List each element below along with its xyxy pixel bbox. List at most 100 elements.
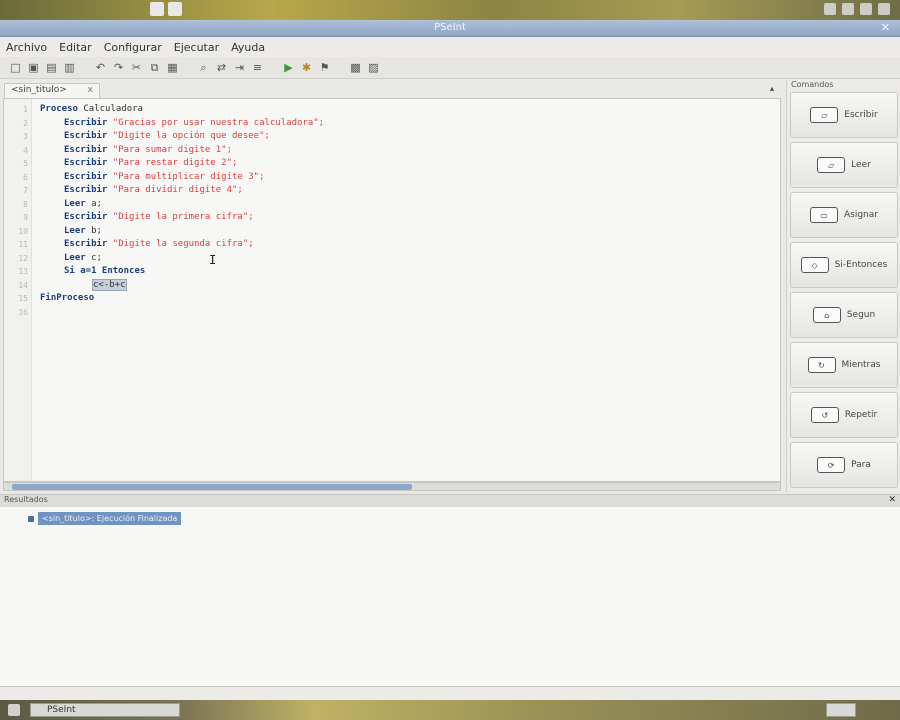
horizontal-scrollbar[interactable] [3,482,781,491]
code-line: Leer b; [64,225,102,236]
show-desktop-icon[interactable] [8,704,20,716]
tray-icon[interactable] [878,3,890,15]
repetir-icon: ↺ [810,407,839,423]
commands-panel: Comandos ▱ Escribir ▱ Leer ▭ Asignar ◇ S… [786,80,900,492]
results-panel-header: Resultados ✕ [0,494,900,507]
editor-tab[interactable]: <sin_titulo> x [4,83,100,98]
paste-icon[interactable]: ▦ [165,60,180,75]
find-next-icon[interactable]: ⇥ [232,60,247,75]
tab-close-icon[interactable]: x [88,85,93,97]
mientras-icon: ↻ [807,357,836,373]
line-number: 1 [23,105,28,114]
command-repetir-button[interactable]: ↺ Repetir [790,392,898,438]
code-line: FinProceso [40,293,95,303]
result-item[interactable]: <sin_titulo>: Ejecución Finalizada [28,512,182,525]
code-line: Escribir "Para restar digite 2"; [64,158,238,168]
new-file-icon[interactable]: □ [8,60,23,75]
si-entonces-icon: ◇ [800,257,829,273]
tray-icon[interactable] [860,3,872,15]
line-number: 7 [23,186,28,195]
line-number: 4 [23,145,28,155]
print-icon[interactable]: ▨ [366,60,381,75]
code-line: Escribir "Digite la primera cifra"; [64,212,254,222]
status-bar [0,688,900,700]
code-line: Escribir "Gracias por usar nuestra calcu… [64,117,325,128]
run-icon[interactable]: ▶ [281,60,296,75]
undo-icon[interactable]: ↶ [93,60,108,75]
save-icon[interactable]: ▤ [44,60,59,75]
launcher-icon[interactable] [150,2,164,16]
code-line: Escribir "Para sumar digite 1"; [64,144,232,155]
command-segun-button[interactable]: ⌂ Segun [790,292,898,338]
command-si-entonces-button[interactable]: ◇ Si-Entonces [790,242,898,288]
desktop-top-bar [0,0,900,20]
line-number: 10 [18,226,28,236]
menu-editar[interactable]: Editar [59,41,92,54]
line-number: 3 [23,132,28,141]
result-text: <sin_titulo>: Ejecución Finalizada [38,512,182,525]
indent-icon[interactable]: ≡ [250,60,265,75]
cut-icon[interactable]: ✂ [129,60,144,75]
line-number: 13 [18,267,28,276]
tray-icon[interactable] [824,3,836,15]
leer-icon: ▱ [817,157,846,173]
code-line: Escribir "Digite la segunda cifra"; [64,239,254,249]
scrollbar-thumb[interactable] [12,484,412,490]
window-title: PSeInt [434,22,466,33]
line-number: 2 [23,118,28,128]
redo-icon[interactable]: ↷ [111,60,126,75]
copy-icon[interactable]: ⧉ [147,60,162,75]
tray-icon[interactable] [842,3,854,15]
command-para-button[interactable]: ⟳ Para [790,442,898,488]
line-number: 5 [23,159,28,168]
workspace-switcher[interactable] [826,703,856,717]
code-line: Leer a; [64,198,102,209]
results-close-icon[interactable]: ✕ [888,495,896,505]
text-cursor: I [209,253,217,267]
editor-tab-label: <sin_titulo> [11,85,67,95]
taskbar-window-button[interactable]: PSeInt [30,703,180,717]
tab-list-icon[interactable]: ▴ [770,84,774,93]
code-editor[interactable]: 1 2 3 4 5 6 7 8 9 10 11 12 13 14 15 16 P… [3,98,781,482]
command-leer-button[interactable]: ▱ Leer [790,142,898,188]
flowchart-icon[interactable]: ▩ [348,60,363,75]
toolbar: □ ▣ ▤ ▥ ↶ ↷ ✂ ⧉ ▦ ⌕ ⇄ ⇥ ≡ ▶ ✱ ⚑ ▩ ▨ [0,57,900,79]
search-icon[interactable]: ⌕ [196,60,211,75]
line-number: 8 [23,199,28,209]
replace-icon[interactable]: ⇄ [214,60,229,75]
code-line: Si a=1 Entonces [64,266,146,276]
launcher-icon[interactable] [168,2,182,16]
line-number: 6 [23,172,28,182]
escribir-icon: ▱ [810,107,839,123]
result-bullet-icon [28,515,34,522]
command-escribir-button[interactable]: ▱ Escribir [790,92,898,138]
line-number-gutter: 1 2 3 4 5 6 7 8 9 10 11 12 13 14 15 16 [4,99,32,481]
selected-text: c<-b+c [92,278,127,291]
step-run-icon[interactable]: ✱ [299,60,314,75]
line-number: 16 [18,307,28,317]
command-mientras-button[interactable]: ↻ Mientras [790,342,898,388]
debug-icon[interactable]: ⚑ [317,60,332,75]
open-folder-icon[interactable]: ▣ [26,60,41,75]
asignar-icon: ▭ [810,207,838,223]
line-number: 11 [18,240,28,249]
menu-configurar[interactable]: Configurar [104,41,162,54]
menu-archivo[interactable]: Archivo [6,41,47,54]
commands-panel-title: Comandos [791,80,834,89]
line-number: 14 [18,280,28,290]
save-as-icon[interactable]: ▥ [62,60,77,75]
line-number: 12 [18,253,28,263]
system-tray [824,3,890,15]
command-asignar-button[interactable]: ▭ Asignar [790,192,898,238]
menu-bar: Archivo Editar Configurar Ejecutar Ayuda [0,37,900,57]
menu-ayuda[interactable]: Ayuda [231,41,265,54]
launcher-icons [150,2,182,16]
taskbar: PSeInt [0,700,900,720]
results-panel: <sin_titulo>: Ejecución Finalizada [0,507,900,687]
code-line: Escribir "Para dividir digite 4"; [64,185,243,195]
code-line: Proceso Calculadora [40,104,143,114]
menu-ejecutar[interactable]: Ejecutar [174,41,219,54]
window-close-icon[interactable]: ✕ [879,22,892,35]
segun-icon: ⌂ [812,307,841,323]
code-line: Leer c; [64,252,102,263]
